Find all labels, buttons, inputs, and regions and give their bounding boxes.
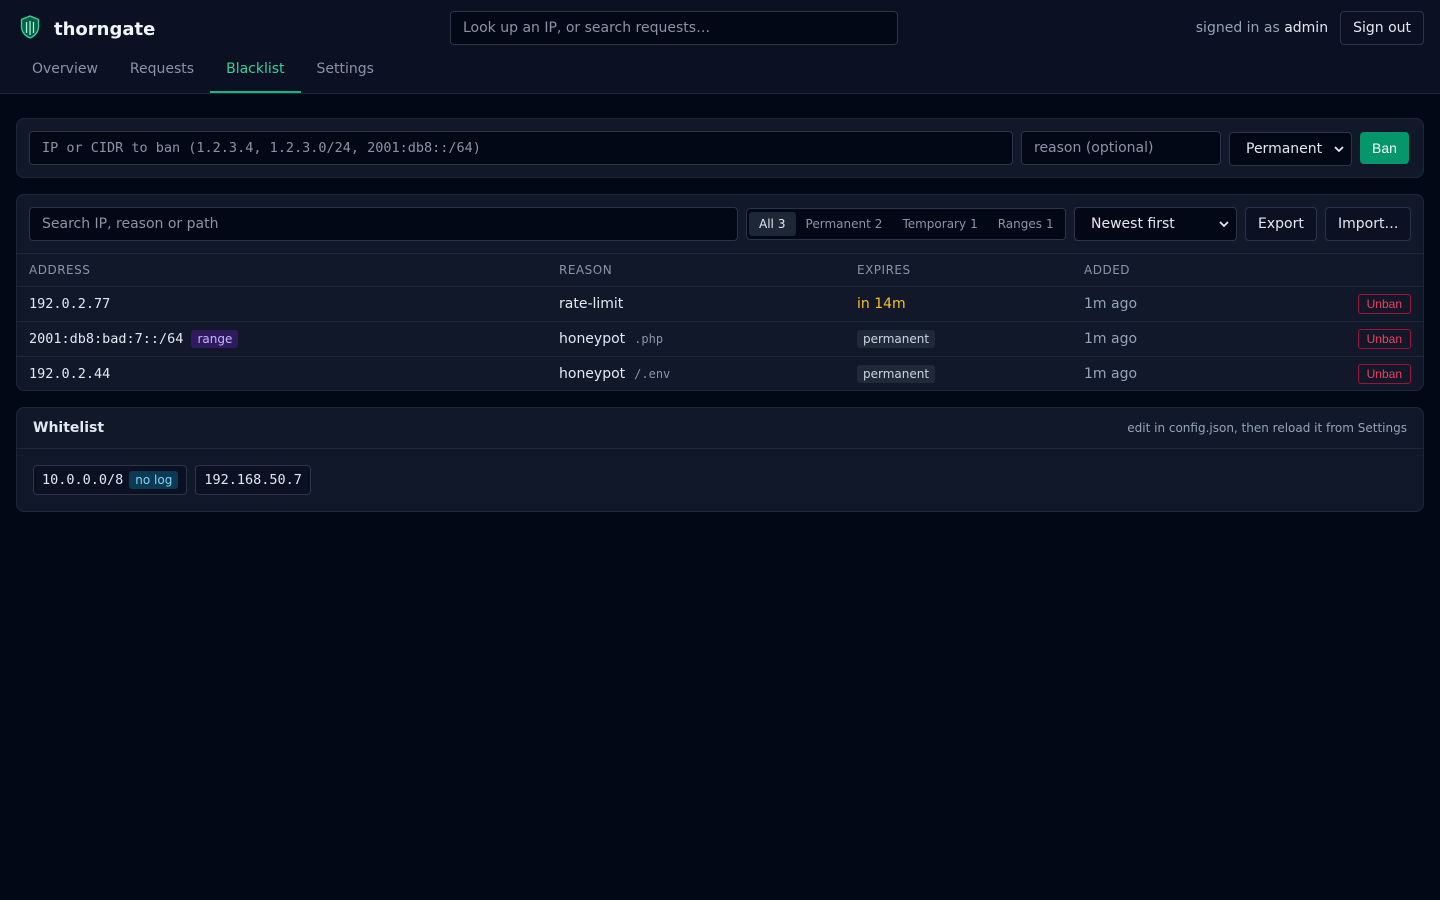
filter-permanent-count: 2 <box>874 217 883 231</box>
sort-value: Newest first <box>1091 216 1175 232</box>
expires-text: in 14m <box>857 296 906 312</box>
unban-button[interactable]: Unban <box>1357 294 1411 314</box>
reason-text: honeypot <box>559 331 626 347</box>
ban-button[interactable]: Ban <box>1360 132 1409 164</box>
reason-path: /.env <box>634 367 671 381</box>
ban-duration-select[interactable]: Permanent <box>1229 132 1352 166</box>
sign-out-button[interactable]: Sign out <box>1340 11 1424 45</box>
row-reason: rate-limit <box>559 287 623 321</box>
col-reason: Reason <box>559 263 613 277</box>
whitelist-card: Whitelist edit in config.json, then relo… <box>16 407 1424 512</box>
permanent-badge: permanent <box>857 365 936 383</box>
unban-button[interactable]: Unban <box>1357 364 1411 384</box>
blacklist-rows: 192.0.2.77 rate-limit in 14m 1m ago Unba… <box>17 287 1423 392</box>
table-row: 192.0.2.77 rate-limit in 14m 1m ago Unba… <box>17 287 1423 322</box>
whitelist-address: 192.168.50.7 <box>204 472 302 488</box>
filter-all-count: 3 <box>777 217 786 231</box>
ban-ip-input[interactable] <box>29 131 1013 165</box>
ban-reason-input[interactable] <box>1021 131 1221 165</box>
filter-ranges-count: 1 <box>1046 217 1054 231</box>
row-reason: honeypot /.env <box>559 357 670 391</box>
signed-in-prefix: signed in as <box>1195 20 1280 36</box>
sort-select[interactable]: Newest first <box>1074 207 1237 241</box>
row-added: 1m ago <box>1084 296 1138 312</box>
permanent-badge: permanent <box>857 330 936 348</box>
reason-text: rate-limit <box>559 296 624 312</box>
blacklist-card: All3 Permanent2 Temporary1 Ranges1 Newes… <box>16 194 1424 391</box>
table-row: 2001:db8:bad:7::/64 range honeypot .php … <box>17 322 1423 357</box>
chevron-down-icon <box>1219 221 1229 228</box>
whitelist-entry: 10.0.0.0/8 no log <box>33 465 188 495</box>
reason-path: .php <box>634 332 664 346</box>
unban-button[interactable]: Unban <box>1357 329 1411 349</box>
import-button[interactable]: Import… <box>1325 207 1412 241</box>
tab-settings[interactable]: Settings <box>301 55 390 93</box>
tab-requests[interactable]: Requests <box>114 55 210 93</box>
filter-temporary-label: Temporary <box>902 217 967 231</box>
export-button[interactable]: Export <box>1245 207 1317 241</box>
blacklist-filter: All 3 Permanent 2 Temporary 1 Ranges 1 <box>746 208 1066 240</box>
row-actions: Unban <box>1357 357 1411 391</box>
app-name: thorngate <box>54 18 156 40</box>
filter-ranges[interactable]: Ranges 1 <box>988 212 1064 236</box>
row-address: 192.0.2.44 <box>29 357 110 391</box>
reason-text: honeypot <box>559 366 626 382</box>
ban-form-card: Permanent Ban <box>16 118 1424 178</box>
signed-in-text: signed in as admin <box>1196 20 1328 36</box>
username: admin <box>1284 20 1329 36</box>
global-search-input[interactable] <box>450 11 898 45</box>
row-address: 192.0.2.77 <box>29 287 110 321</box>
whitelist-address: 10.0.0.0/8 <box>42 472 124 488</box>
col-expires: Expires <box>857 263 911 277</box>
shield-icon <box>20 15 40 43</box>
col-address: Address <box>29 263 91 277</box>
address-text: 2001:db8:bad:7::/64 <box>29 331 184 347</box>
range-badge: range <box>191 330 239 348</box>
main-tabs: Overview Requests Blacklist Settings <box>16 55 390 93</box>
row-actions: Unban <box>1357 322 1411 356</box>
filter-all-label: All <box>759 217 774 231</box>
whitelist-hint: edit in config.json, then reload it from… <box>1127 421 1407 435</box>
whitelist-entries: 10.0.0.0/8 no log 192.168.50.7 <box>33 465 319 495</box>
filter-temporary[interactable]: Temporary 1 <box>892 212 987 236</box>
filter-temporary-count: 1 <box>970 217 978 231</box>
row-reason: honeypot .php <box>559 322 663 356</box>
row-expires: in 14m <box>857 287 906 321</box>
whitelist-entry: 192.168.50.7 <box>195 465 311 495</box>
whitelist-header: Whitelist edit in config.json, then relo… <box>17 408 1423 449</box>
col-added: Added <box>1084 263 1131 277</box>
chevron-down-icon <box>1334 146 1344 153</box>
filter-permanent[interactable]: Permanent 2 <box>796 212 893 236</box>
address-text: 192.0.2.77 <box>29 296 111 312</box>
row-added: 1m ago <box>1084 331 1138 347</box>
blacklist-search-input[interactable] <box>29 207 738 241</box>
row-expires: permanent <box>857 357 936 391</box>
address-text: 192.0.2.44 <box>29 366 111 382</box>
whitelist-title: Whitelist <box>33 420 105 436</box>
ban-duration-value: Permanent <box>1246 141 1323 157</box>
app-header: thorngate signed in as admin Sign out Ov… <box>0 0 1440 94</box>
row-expires: permanent <box>857 322 936 356</box>
row-added: 1m ago <box>1084 366 1138 382</box>
filter-all[interactable]: All 3 <box>749 212 796 236</box>
tab-overview[interactable]: Overview <box>16 55 114 93</box>
row-address: 2001:db8:bad:7::/64 range <box>29 322 239 356</box>
brand[interactable]: thorngate <box>20 15 155 43</box>
tab-blacklist[interactable]: Blacklist <box>210 55 301 93</box>
row-actions: Unban <box>1357 287 1411 321</box>
table-row: 192.0.2.44 honeypot /.env permanent 1m a… <box>17 357 1423 392</box>
table-header: Address Reason Expires Added <box>17 253 1423 287</box>
no-log-badge: no log <box>129 471 179 489</box>
filter-ranges-label: Ranges <box>997 217 1043 231</box>
filter-permanent-label: Permanent <box>805 217 871 231</box>
user-area: signed in as admin Sign out <box>1196 11 1424 45</box>
